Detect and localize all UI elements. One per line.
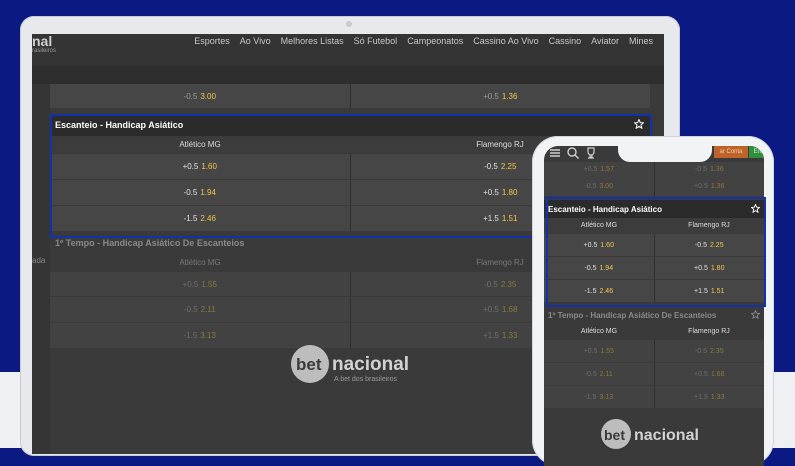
odd-value: 2.35 bbox=[709, 347, 724, 355]
handicap-line: +0.5 bbox=[182, 279, 199, 289]
market-header[interactable]: 1º Tempo - Handicap Asiático De Escantei… bbox=[544, 306, 764, 324]
odd-button[interactable]: +0.5 1.36 bbox=[350, 84, 650, 108]
handicap-line: -1.5 bbox=[584, 393, 597, 401]
team-home-label: Atlético MG bbox=[580, 328, 618, 335]
nav-item-so-futebol[interactable]: Só Futebol bbox=[349, 36, 403, 46]
brand-name-left: bet bbox=[604, 427, 625, 443]
odd-value: 1.68 bbox=[501, 305, 518, 314]
brand-name-right: nacional bbox=[332, 354, 409, 375]
odd-value: 3.13 bbox=[200, 331, 216, 340]
nav-item-cassino[interactable]: Cassino bbox=[544, 36, 587, 46]
nav-menu: Esportes Ao Vivo Melhores Listas Só Fute… bbox=[189, 36, 658, 46]
favorite-star-icon[interactable] bbox=[751, 310, 760, 319]
sub-bar bbox=[32, 66, 664, 84]
odds-row: +0.5 1.55 -0.5 2.35 bbox=[544, 340, 764, 362]
odd-button[interactable]: -0.5 3.00 bbox=[50, 84, 351, 108]
odds-row: -0.5 3.00 +0.5 1.36 bbox=[50, 84, 650, 108]
odd-button[interactable]: +0.5 1.68 bbox=[654, 363, 764, 385]
odd-value: 1.36 bbox=[709, 165, 724, 173]
handicap-line: -0.5 bbox=[694, 347, 707, 355]
search-icon[interactable] bbox=[566, 146, 580, 160]
odd-value: 1.55 bbox=[201, 279, 217, 289]
handicap-line: +0.5 bbox=[483, 305, 499, 314]
market-title: 1º Tempo - Handicap Asiático De Escantei… bbox=[55, 238, 245, 248]
nav-item-campeonatos[interactable]: Campeonatos bbox=[402, 36, 468, 46]
odd-button[interactable]: +1.5 1.33 bbox=[654, 386, 764, 408]
laptop-camera bbox=[346, 21, 352, 27]
odd-button[interactable]: +0.5 1.57 bbox=[544, 162, 655, 176]
handicap-line: -0.5 bbox=[183, 305, 198, 314]
odd-button[interactable]: -1.5 3.13 bbox=[544, 386, 655, 408]
odd-button[interactable]: -0.5 2.11 bbox=[544, 363, 655, 385]
brand-name-left: bet bbox=[296, 355, 322, 374]
handicap-line: -0.5 bbox=[584, 182, 597, 190]
odds-row: -0.5 3.00 +0.5 1.36 bbox=[544, 176, 764, 196]
odd-button[interactable]: +0.5 1.36 bbox=[654, 176, 764, 196]
odds-row: -0.5 2.11 +0.5 1.68 bbox=[544, 363, 764, 385]
odd-button[interactable]: -0.5 2.35 bbox=[654, 340, 764, 362]
register-button[interactable]: ar Conta bbox=[714, 146, 748, 158]
nav-item-melhores-listas[interactable]: Melhores Listas bbox=[276, 36, 349, 46]
brand-tagline: A bet dos brasileiros bbox=[334, 376, 398, 383]
nav-item-ao-vivo[interactable]: Ao Vivo bbox=[235, 36, 276, 46]
handicap-line: +1.5 bbox=[694, 393, 708, 401]
highlight-frame-phone bbox=[546, 197, 766, 307]
handicap-line: -0.5 bbox=[183, 91, 198, 101]
odd-value: 3.00 bbox=[599, 182, 614, 190]
site-logo[interactable]: nal bbox=[32, 34, 52, 48]
odd-value: 1.36 bbox=[710, 182, 725, 190]
nav-item-mines[interactable]: Mines bbox=[624, 36, 658, 46]
betnacional-logo-mark: bet nacional bbox=[601, 419, 699, 449]
sidebar-partial-label: ada bbox=[32, 256, 46, 265]
odd-value: 1.33 bbox=[501, 331, 518, 340]
odd-button[interactable]: -0.5 3.00 bbox=[544, 176, 655, 196]
odd-value: 1.33 bbox=[710, 393, 725, 401]
handicap-line: -1.5 bbox=[183, 331, 198, 340]
odd-value: 1.57 bbox=[600, 165, 614, 173]
handicap-line: +0.5 bbox=[583, 347, 598, 355]
odds-row: -1.5 3.13 +1.5 1.33 bbox=[544, 386, 764, 408]
odds-row: +0.5 1.57 -0.5 1.36 bbox=[544, 162, 764, 176]
betnacional-logo: bet nacional A bet dos brasileiros bbox=[290, 344, 420, 390]
top-navigation: nal rasileiros Esportes Ao Vivo Melhores… bbox=[32, 34, 664, 66]
menu-icon[interactable] bbox=[548, 146, 562, 160]
odd-button[interactable]: -0.5 1.36 bbox=[654, 162, 764, 176]
odd-value: 3.13 bbox=[599, 393, 614, 401]
handicap-line: -0.5 bbox=[584, 370, 597, 378]
nav-item-esportes[interactable]: Esportes bbox=[189, 36, 235, 46]
odd-button[interactable]: +0.5 1.55 bbox=[50, 272, 351, 296]
handicap-line: +0.5 bbox=[583, 165, 598, 173]
nav-item-aviator[interactable]: Aviator bbox=[586, 36, 624, 46]
odd-value: 3.00 bbox=[200, 91, 216, 101]
handicap-line: +1.5 bbox=[483, 331, 499, 340]
team-home-label: Atlético MG bbox=[179, 258, 221, 267]
odd-button[interactable]: -0.5 2.11 bbox=[50, 297, 351, 322]
odd-value: 2.35 bbox=[500, 279, 517, 289]
phone-notch bbox=[618, 146, 712, 162]
login-button[interactable]: Entr bbox=[749, 146, 764, 158]
market-teams: Atlético MG Flamengo RJ bbox=[544, 324, 764, 340]
handicap-line: -0.5 bbox=[694, 165, 707, 173]
trophy-icon[interactable] bbox=[584, 146, 598, 160]
odd-value: 2.11 bbox=[599, 370, 613, 378]
odd-value: 1.55 bbox=[600, 347, 614, 355]
betnacional-logo-mark: bet nacional A bet dos brasileiros bbox=[291, 345, 409, 383]
team-away-label: Flamengo RJ bbox=[688, 328, 730, 335]
handicap-line: +0.5 bbox=[694, 182, 708, 190]
left-sidebar-edge bbox=[32, 84, 50, 454]
nav-item-cassino-ao-vivo[interactable]: Cassino Ao Vivo bbox=[468, 36, 543, 46]
market-title: 1º Tempo - Handicap Asiático De Escantei… bbox=[548, 310, 717, 320]
site-logo-tagline: rasileiros bbox=[32, 48, 57, 54]
odd-button[interactable]: +0.5 1.55 bbox=[544, 340, 655, 362]
odd-value: 2.11 bbox=[200, 305, 216, 314]
odd-value: 1.68 bbox=[710, 370, 725, 378]
odd-value: 1.36 bbox=[501, 91, 518, 101]
handicap-line: +0.5 bbox=[483, 91, 499, 101]
brand-name-right: nacional bbox=[634, 427, 699, 444]
handicap-line: +0.5 bbox=[694, 370, 708, 378]
handicap-line: -0.5 bbox=[484, 279, 498, 289]
